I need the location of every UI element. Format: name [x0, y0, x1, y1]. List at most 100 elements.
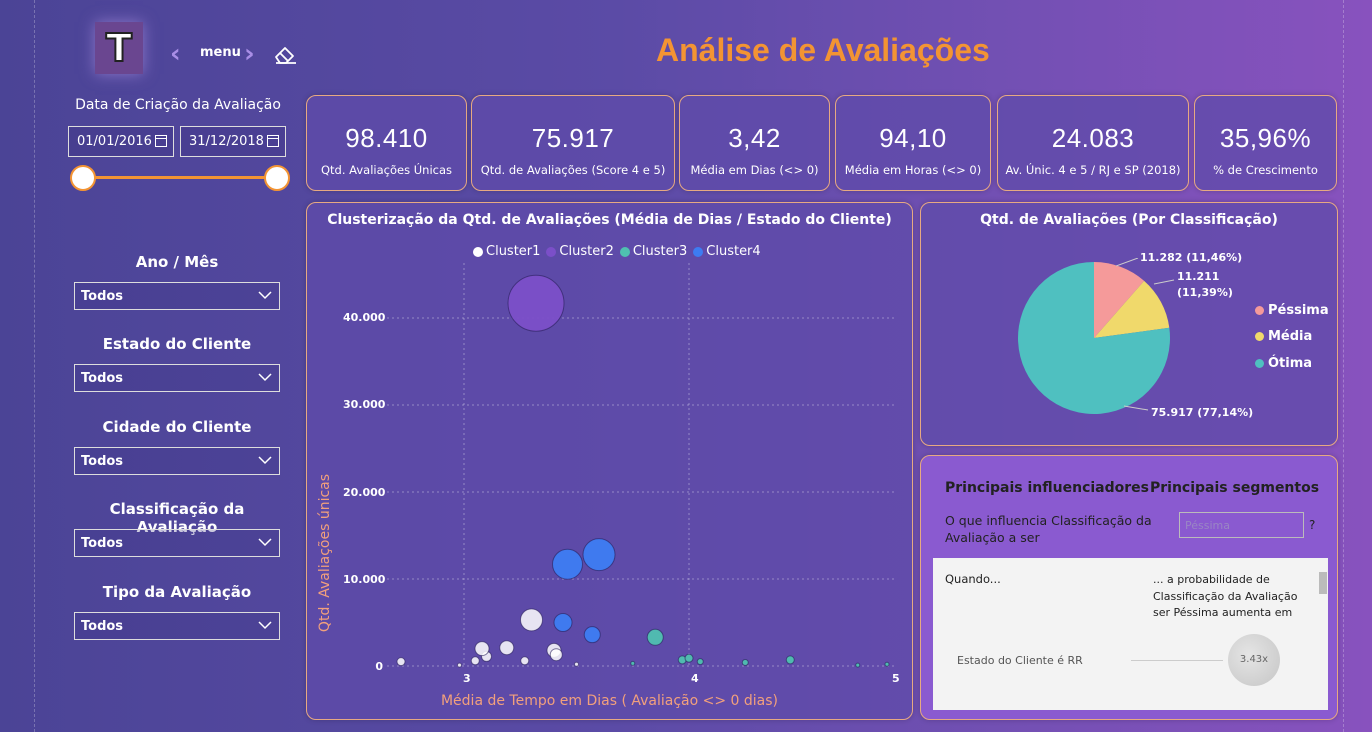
scatter-point-cluster1[interactable]	[396, 657, 406, 667]
pie-legend-item[interactable]: Média	[1255, 329, 1312, 344]
date-filter-label: Data de Criação da Avaliação	[75, 97, 281, 113]
legend-dot	[619, 246, 630, 257]
chevron-down-icon	[258, 456, 272, 465]
scatter-point-cluster3[interactable]	[741, 659, 749, 667]
legend-item[interactable]: Cluster1	[473, 244, 540, 259]
page-title: Análise de Avaliações	[656, 32, 990, 68]
help-icon[interactable]: ?	[1309, 518, 1315, 532]
slider-start-handle[interactable]	[70, 165, 96, 191]
scatter-point-cluster4[interactable]	[583, 626, 601, 644]
connector-line	[1131, 660, 1223, 661]
legend-item[interactable]: Cluster2	[546, 244, 614, 259]
kpi-label: Qtd. de Avaliações (Score 4 e 5)	[480, 163, 666, 177]
when-header: Quando...	[945, 572, 1001, 586]
kpi-label: Média em Dias (<> 0)	[690, 163, 819, 177]
pie-data-label: 11.211	[1177, 270, 1220, 283]
influencer-results: Quando... ... a probabilidade de Classif…	[933, 558, 1328, 710]
classificacao-dropdown[interactable]: Todos	[74, 529, 280, 557]
slicer-label-cidade: Cidade do Cliente	[102, 418, 252, 436]
classification-select[interactable]: Péssima	[1179, 512, 1304, 538]
y-tick-label: 30.000	[343, 398, 386, 411]
x-tick-label: 5	[892, 672, 900, 685]
scatter-point-cluster3[interactable]	[630, 660, 636, 666]
y-tick-label: 0	[375, 660, 383, 673]
legend-dot	[1255, 306, 1264, 315]
probability-header: ... a probabilidade de Classificação da …	[1153, 573, 1298, 619]
influencer-factor[interactable]: Estado do Cliente é RR	[957, 654, 1083, 667]
scatter-panel: Clusterização da Qtd. de Avaliações (Méd…	[306, 202, 913, 720]
estado-dropdown[interactable]: Todos	[74, 364, 280, 392]
scatter-point-cluster1[interactable]	[574, 661, 579, 667]
scatter-point-cluster3[interactable]	[855, 662, 861, 668]
menu-label[interactable]: menu	[200, 45, 241, 60]
pie-legend-item[interactable]: Ótima	[1255, 356, 1312, 371]
start-date-value: 01/01/2016	[77, 134, 152, 149]
legend-dot	[473, 246, 483, 257]
cidade-dropdown[interactable]: Todos	[74, 447, 280, 475]
chevron-right-icon[interactable]: ›	[244, 40, 255, 68]
pie-legend-item[interactable]: Péssima	[1255, 303, 1329, 318]
scatter-point-cluster3[interactable]	[884, 661, 890, 667]
pie-panel: Qtd. de Avaliações (Por Classificação) 1…	[920, 202, 1338, 446]
scatter-plot-area	[387, 263, 897, 668]
chevron-left-icon[interactable]: ‹	[170, 40, 181, 68]
key-influencers-panel: Principais influenciadores Principais se…	[920, 455, 1338, 720]
scatter-legend: Cluster1 Cluster2 Cluster3 Cluster4	[473, 244, 761, 259]
legend-dot	[1255, 332, 1264, 341]
scatter-point-cluster4[interactable]	[552, 548, 583, 580]
dropdown-value: Todos	[81, 619, 124, 634]
scatter-point-cluster3[interactable]	[684, 653, 694, 663]
dropdown-value: Todos	[81, 536, 124, 551]
kpi-value: 24.083	[1051, 123, 1135, 153]
scatter-point-cluster1[interactable]	[470, 656, 480, 666]
kpi-label: % de Crescimento	[1213, 163, 1318, 177]
eraser-icon[interactable]	[272, 42, 298, 66]
scatter-point-cluster1[interactable]	[499, 640, 515, 656]
tab-top-segments[interactable]: Principais segmentos	[1150, 480, 1319, 496]
scatter-point-cluster3[interactable]	[696, 658, 704, 666]
scatter-point-cluster1[interactable]	[457, 662, 462, 668]
calendar-icon[interactable]	[155, 135, 167, 147]
pie-data-label: (11,39%)	[1177, 286, 1233, 299]
kpi-label: Av. Únic. 4 e 5 / RJ e SP (2018)	[1005, 163, 1181, 177]
multiplier-bubble[interactable]: 3.43x	[1228, 634, 1280, 686]
end-date-input[interactable]: 31/12/2018	[180, 126, 286, 157]
date-range-slider[interactable]	[84, 176, 278, 179]
scatter-point-cluster1[interactable]	[474, 641, 490, 657]
scatter-point-cluster4[interactable]	[582, 538, 616, 572]
legend-item[interactable]: Cluster3	[619, 244, 687, 259]
legend-label: Ótima	[1268, 356, 1313, 371]
kpi-value: 35,96%	[1219, 123, 1312, 153]
chevron-down-icon	[258, 291, 272, 300]
start-date-input[interactable]: 01/01/2016	[68, 126, 174, 157]
slicer-label-ano-mes: Ano / Mês	[135, 253, 219, 271]
scatter-point-cluster1[interactable]	[520, 656, 530, 666]
legend-label: Cluster4	[706, 244, 761, 259]
app-logo: T	[95, 22, 143, 74]
scatter-point-cluster4[interactable]	[553, 613, 573, 632]
tipo-dropdown[interactable]: Todos	[74, 612, 280, 640]
legend-dot	[693, 246, 704, 257]
scatter-point-cluster3[interactable]	[785, 655, 795, 665]
scatter-point-cluster3[interactable]	[646, 628, 664, 646]
x-tick-label: 4	[691, 672, 699, 685]
kpi-card: 94,10 Média em Horas (<> 0)	[835, 95, 991, 191]
scatter-point-cluster1[interactable]	[520, 608, 543, 632]
tab-key-influencers[interactable]: Principais influenciadores	[945, 480, 1149, 496]
kpi-value: 3,42	[728, 123, 781, 153]
slider-end-handle[interactable]	[264, 165, 290, 191]
legend-item[interactable]: Cluster4	[693, 244, 761, 259]
y-axis-title: Qtd. Avaliações únicas	[317, 473, 333, 633]
calendar-icon[interactable]	[267, 135, 279, 147]
ano-mes-dropdown[interactable]: Todos	[74, 282, 280, 310]
scatter-title: Clusterização da Qtd. de Avaliações (Méd…	[327, 212, 892, 228]
scatter-point-cluster2[interactable]	[507, 274, 565, 332]
x-axis-title: Média de Tempo em Dias ( Avaliação <> 0 …	[440, 693, 779, 709]
scrollbar-thumb[interactable]	[1319, 572, 1327, 594]
influencer-question: O que influencia Classificação da Avalia…	[945, 513, 1152, 545]
kpi-label: Média em Horas (<> 0)	[844, 163, 982, 177]
kpi-value: 98.410	[345, 123, 428, 153]
scatter-point-cluster1[interactable]	[549, 648, 563, 662]
logo-letter: T	[105, 25, 133, 71]
legend-label: Média	[1268, 329, 1313, 344]
